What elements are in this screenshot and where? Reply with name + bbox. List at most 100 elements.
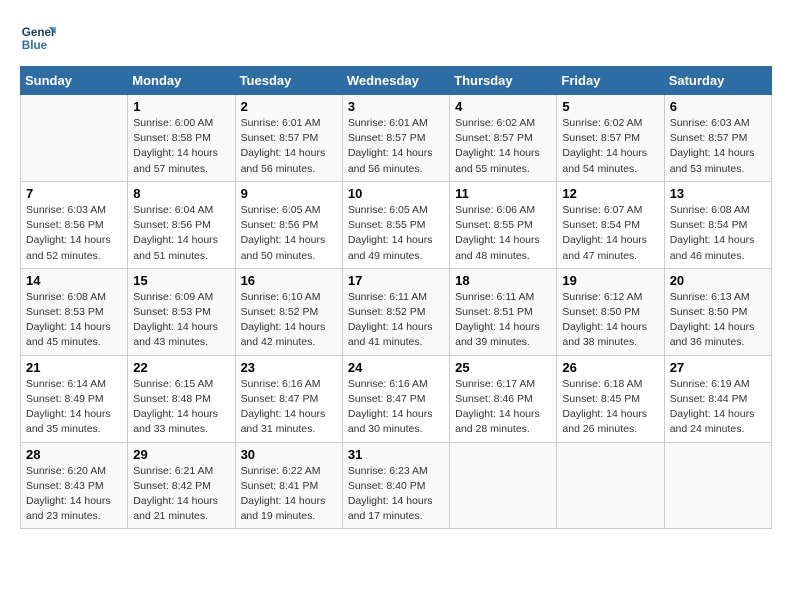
day-info: Sunrise: 6:08 AMSunset: 8:53 PMDaylight:… (26, 290, 122, 351)
day-number: 18 (455, 273, 551, 288)
day-info: Sunrise: 6:05 AMSunset: 8:56 PMDaylight:… (241, 203, 337, 264)
day-number: 4 (455, 99, 551, 114)
day-number: 24 (348, 360, 444, 375)
day-number: 22 (133, 360, 229, 375)
column-header-tuesday: Tuesday (235, 67, 342, 95)
column-header-sunday: Sunday (21, 67, 128, 95)
column-header-thursday: Thursday (450, 67, 557, 95)
day-number: 25 (455, 360, 551, 375)
calendar-cell: 20 Sunrise: 6:13 AMSunset: 8:50 PMDayligh… (664, 268, 771, 355)
day-number: 28 (26, 447, 122, 462)
day-number: 20 (670, 273, 766, 288)
calendar-cell: 1Sunrise: 6:00 AMSunset: 8:58 PMDaylight… (128, 95, 235, 182)
calendar-cell: 28 Sunrise: 6:20 AMSunset: 8:43 PMDayligh… (21, 442, 128, 529)
calendar-cell: 13 Sunrise: 6:08 AMSunset: 8:54 PMDayligh… (664, 181, 771, 268)
calendar-table: SundayMondayTuesdayWednesdayThursdayFrid… (20, 66, 772, 529)
day-info: Sunrise: 6:17 AMSunset: 8:46 PMDaylight:… (455, 377, 551, 438)
week-row-2: 7 Sunrise: 6:03 AMSunset: 8:56 PMDaylight… (21, 181, 772, 268)
day-info: Sunrise: 6:18 AMSunset: 8:45 PMDaylight:… (562, 377, 658, 438)
calendar-cell: 29 Sunrise: 6:21 AMSunset: 8:42 PMDayligh… (128, 442, 235, 529)
day-number: 12 (562, 186, 658, 201)
day-number: 9 (241, 186, 337, 201)
calendar-cell (557, 442, 664, 529)
calendar-cell: 23 Sunrise: 6:16 AMSunset: 8:47 PMDayligh… (235, 355, 342, 442)
calendar-cell: 8 Sunrise: 6:04 AMSunset: 8:56 PMDaylight… (128, 181, 235, 268)
column-header-monday: Monday (128, 67, 235, 95)
day-info: Sunrise: 6:16 AMSunset: 8:47 PMDaylight:… (348, 377, 444, 438)
day-number: 13 (670, 186, 766, 201)
calendar-cell: 30Sunrise: 6:22 AMSunset: 8:41 PMDayligh… (235, 442, 342, 529)
day-info: Sunrise: 6:08 AMSunset: 8:54 PMDaylight:… (670, 203, 766, 264)
calendar-cell: 16Sunrise: 6:10 AMSunset: 8:52 PMDayligh… (235, 268, 342, 355)
calendar-cell (664, 442, 771, 529)
logo: General Blue (20, 20, 60, 56)
day-number: 19 (562, 273, 658, 288)
calendar-header-row: SundayMondayTuesdayWednesdayThursdayFrid… (21, 67, 772, 95)
day-number: 27 (670, 360, 766, 375)
day-info: Sunrise: 6:04 AMSunset: 8:56 PMDaylight:… (133, 203, 229, 264)
week-row-5: 28 Sunrise: 6:20 AMSunset: 8:43 PMDayligh… (21, 442, 772, 529)
calendar-cell (21, 95, 128, 182)
day-number: 8 (133, 186, 229, 201)
calendar-cell: 22 Sunrise: 6:15 AMSunset: 8:48 PMDayligh… (128, 355, 235, 442)
day-number: 26 (562, 360, 658, 375)
day-info: Sunrise: 6:19 AMSunset: 8:44 PMDaylight:… (670, 377, 766, 438)
day-number: 2 (241, 99, 337, 114)
day-info: Sunrise: 6:06 AMSunset: 8:55 PMDaylight:… (455, 203, 551, 264)
calendar-cell: 24 Sunrise: 6:16 AMSunset: 8:47 PMDayligh… (342, 355, 449, 442)
day-info: Sunrise: 6:13 AMSunset: 8:50 PMDaylight:… (670, 290, 766, 351)
calendar-cell: 10Sunrise: 6:05 AMSunset: 8:55 PMDayligh… (342, 181, 449, 268)
day-info: Sunrise: 6:14 AMSunset: 8:49 PMDaylight:… (26, 377, 122, 438)
day-number: 11 (455, 186, 551, 201)
svg-text:Blue: Blue (22, 39, 48, 52)
day-info: Sunrise: 6:11 AMSunset: 8:52 PMDaylight:… (348, 290, 444, 351)
calendar-cell: 26 Sunrise: 6:18 AMSunset: 8:45 PMDayligh… (557, 355, 664, 442)
calendar-cell: 14 Sunrise: 6:08 AMSunset: 8:53 PMDayligh… (21, 268, 128, 355)
calendar-cell: 31 Sunrise: 6:23 AMSunset: 8:40 PMDayligh… (342, 442, 449, 529)
day-number: 29 (133, 447, 229, 462)
column-header-saturday: Saturday (664, 67, 771, 95)
calendar-cell: 2 Sunrise: 6:01 AMSunset: 8:57 PMDaylight… (235, 95, 342, 182)
week-row-4: 21 Sunrise: 6:14 AMSunset: 8:49 PMDayligh… (21, 355, 772, 442)
day-number: 17 (348, 273, 444, 288)
day-number: 21 (26, 360, 122, 375)
week-row-1: 1Sunrise: 6:00 AMSunset: 8:58 PMDaylight… (21, 95, 772, 182)
day-number: 31 (348, 447, 444, 462)
calendar-cell: 25 Sunrise: 6:17 AMSunset: 8:46 PMDayligh… (450, 355, 557, 442)
day-number: 7 (26, 186, 122, 201)
day-number: 3 (348, 99, 444, 114)
calendar-cell: 12 Sunrise: 6:07 AMSunset: 8:54 PMDayligh… (557, 181, 664, 268)
day-number: 10 (348, 186, 444, 201)
calendar-cell: 7 Sunrise: 6:03 AMSunset: 8:56 PMDaylight… (21, 181, 128, 268)
calendar-cell: 19Sunrise: 6:12 AMSunset: 8:50 PMDayligh… (557, 268, 664, 355)
calendar-cell: 17 Sunrise: 6:11 AMSunset: 8:52 PMDayligh… (342, 268, 449, 355)
calendar-cell (450, 442, 557, 529)
day-info: Sunrise: 6:01 AMSunset: 8:57 PMDaylight:… (348, 116, 444, 177)
day-info: Sunrise: 6:01 AMSunset: 8:57 PMDaylight:… (241, 116, 337, 177)
calendar-cell: 3 Sunrise: 6:01 AMSunset: 8:57 PMDaylight… (342, 95, 449, 182)
day-number: 14 (26, 273, 122, 288)
day-number: 23 (241, 360, 337, 375)
calendar-cell: 9 Sunrise: 6:05 AMSunset: 8:56 PMDaylight… (235, 181, 342, 268)
page-header: General Blue (20, 20, 772, 56)
day-info: Sunrise: 6:16 AMSunset: 8:47 PMDaylight:… (241, 377, 337, 438)
logo-icon: General Blue (20, 20, 56, 56)
day-number: 16 (241, 273, 337, 288)
day-info: Sunrise: 6:03 AMSunset: 8:56 PMDaylight:… (26, 203, 122, 264)
calendar-cell: 18Sunrise: 6:11 AMSunset: 8:51 PMDayligh… (450, 268, 557, 355)
day-info: Sunrise: 6:00 AMSunset: 8:58 PMDaylight:… (133, 116, 229, 177)
column-header-wednesday: Wednesday (342, 67, 449, 95)
day-info: Sunrise: 6:07 AMSunset: 8:54 PMDaylight:… (562, 203, 658, 264)
calendar-cell: 5Sunrise: 6:02 AMSunset: 8:57 PMDaylight… (557, 95, 664, 182)
day-number: 6 (670, 99, 766, 114)
day-info: Sunrise: 6:20 AMSunset: 8:43 PMDaylight:… (26, 464, 122, 525)
column-header-friday: Friday (557, 67, 664, 95)
day-info: Sunrise: 6:23 AMSunset: 8:40 PMDaylight:… (348, 464, 444, 525)
calendar-cell: 21 Sunrise: 6:14 AMSunset: 8:49 PMDayligh… (21, 355, 128, 442)
day-info: Sunrise: 6:21 AMSunset: 8:42 PMDaylight:… (133, 464, 229, 525)
calendar-cell: 6Sunrise: 6:03 AMSunset: 8:57 PMDaylight… (664, 95, 771, 182)
calendar-cell: 4Sunrise: 6:02 AMSunset: 8:57 PMDaylight… (450, 95, 557, 182)
day-number: 30 (241, 447, 337, 462)
day-number: 15 (133, 273, 229, 288)
day-info: Sunrise: 6:15 AMSunset: 8:48 PMDaylight:… (133, 377, 229, 438)
